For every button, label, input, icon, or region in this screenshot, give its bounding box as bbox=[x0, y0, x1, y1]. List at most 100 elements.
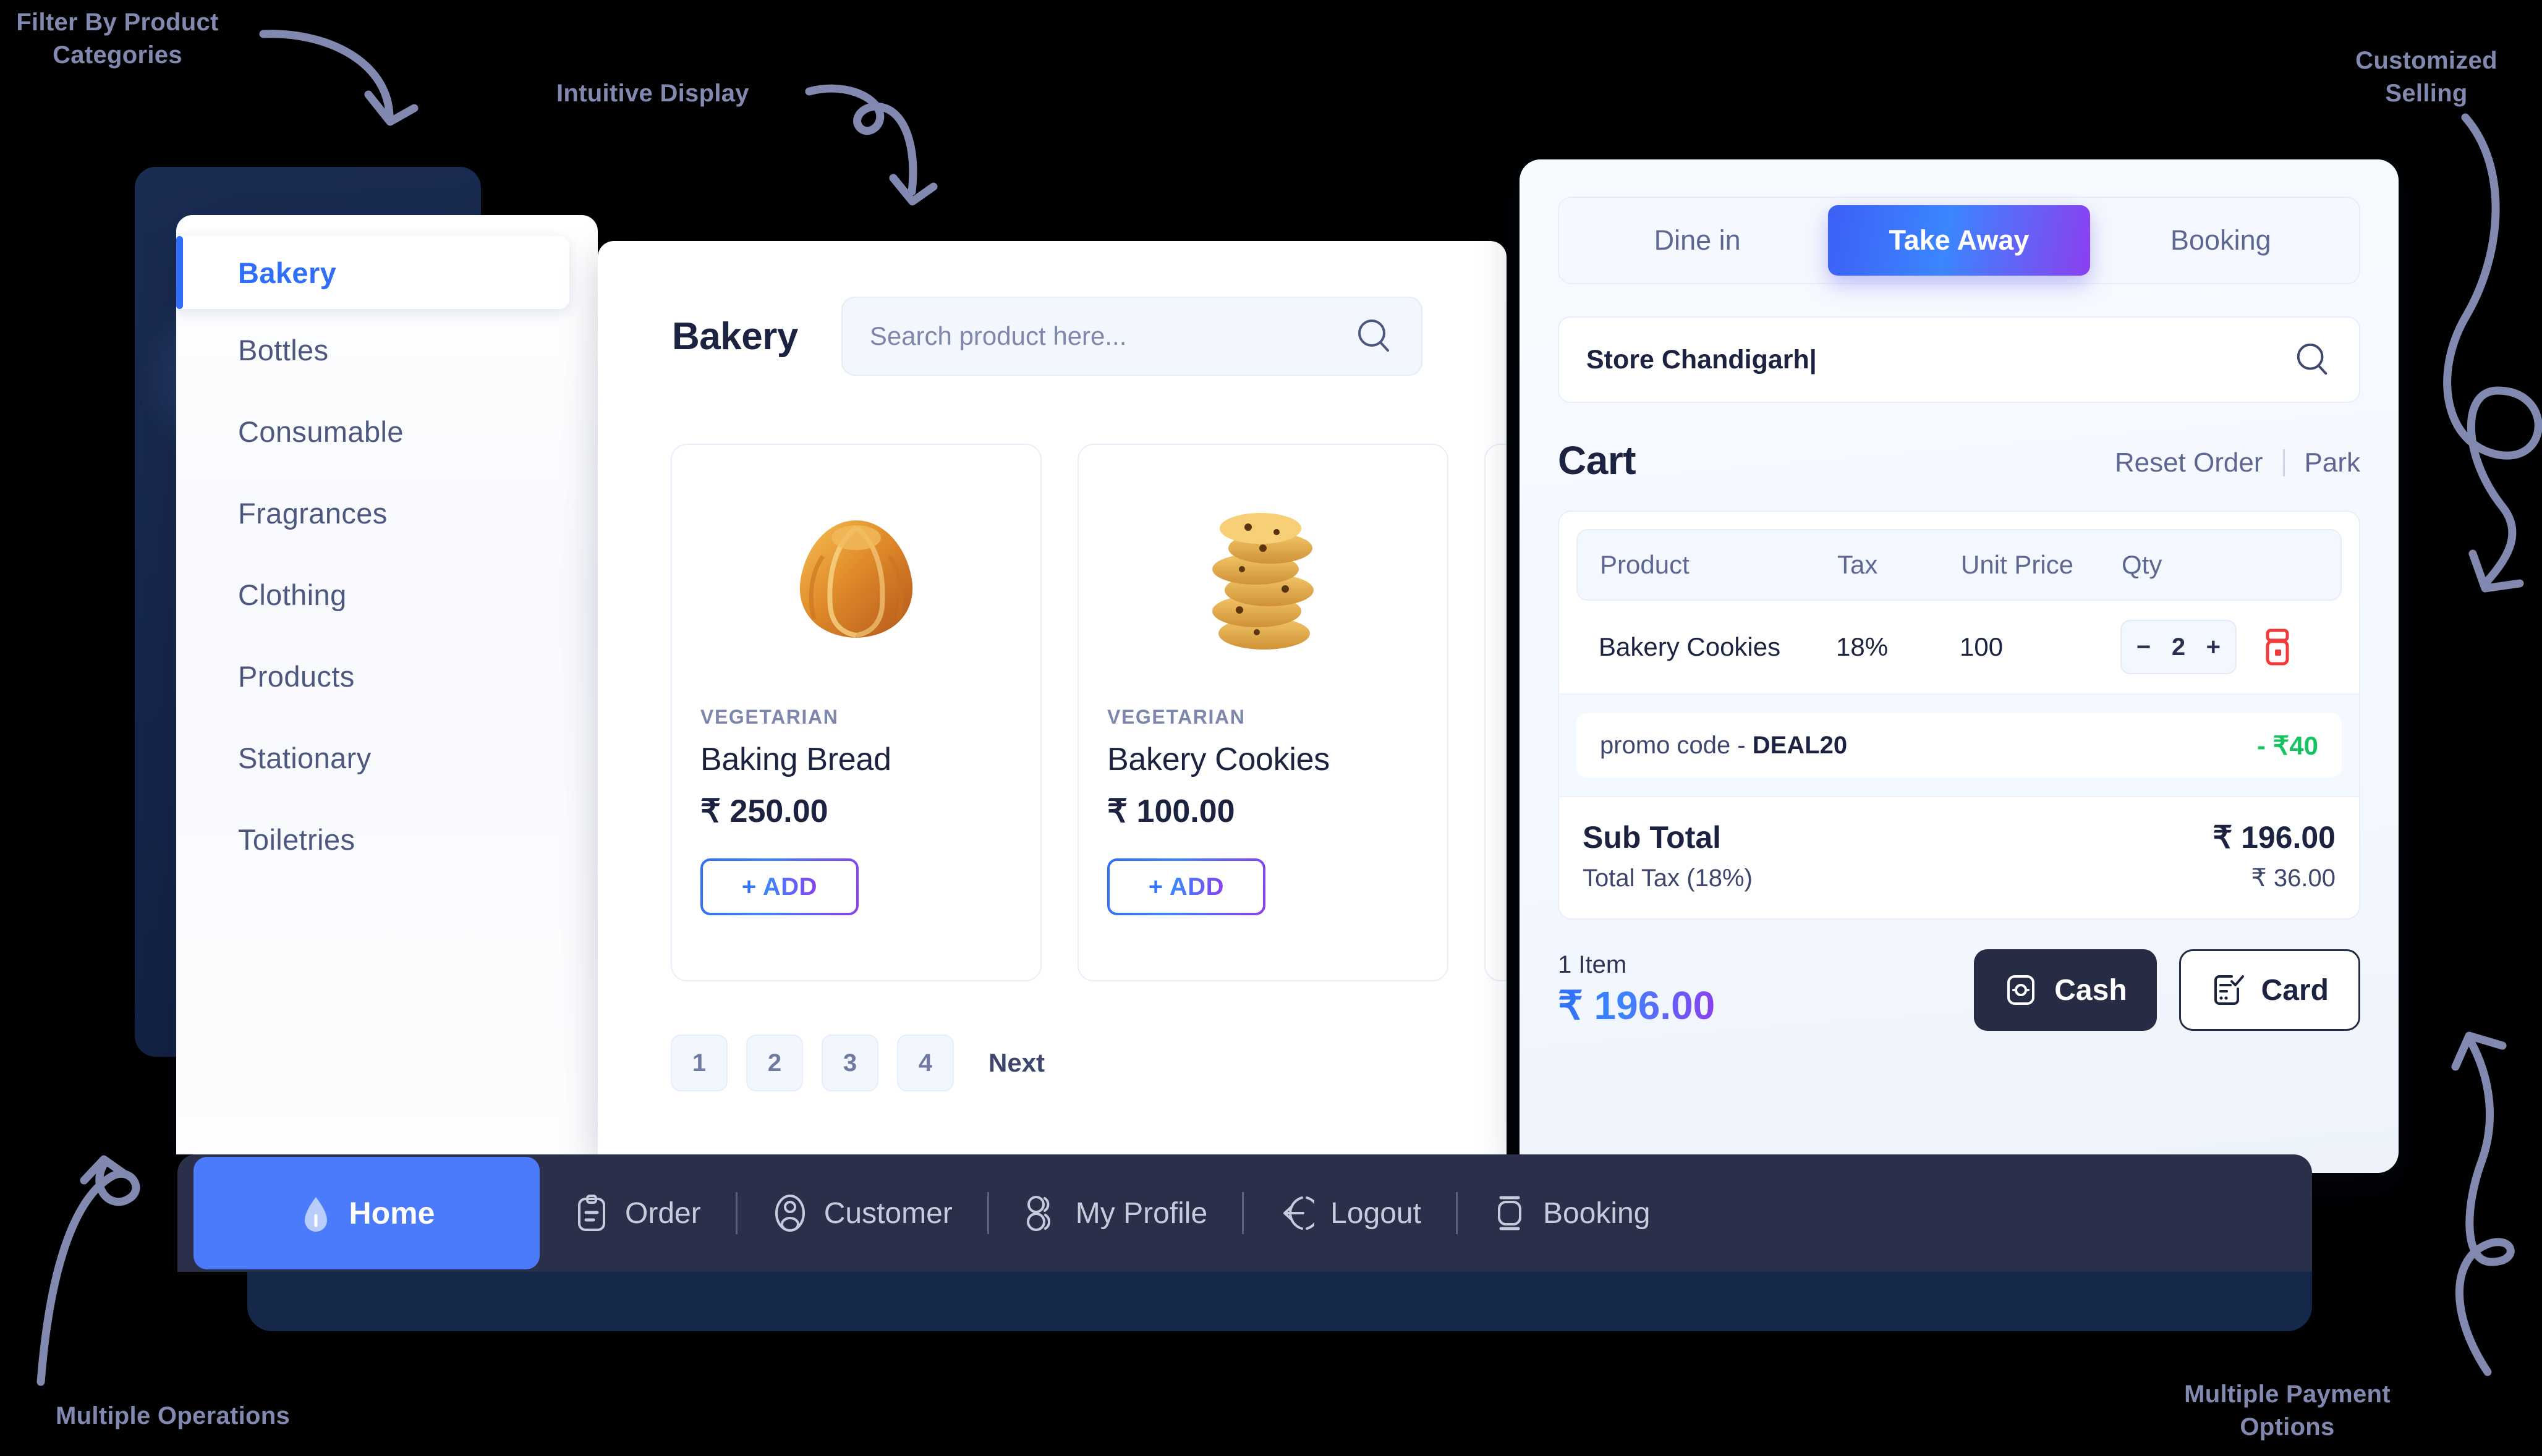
product-card[interactable]: VEGETARIAN Bakery Cookies ₹ 100.00 + ADD bbox=[1078, 444, 1448, 981]
item-count: 1 Item bbox=[1558, 951, 1627, 978]
nav-item-label: Logout bbox=[1330, 1196, 1421, 1230]
sidebar-item-clothing[interactable]: Clothing bbox=[176, 554, 598, 635]
product-diet-tag: VEGETARIAN bbox=[700, 706, 839, 728]
bottom-nav: Home Order Customer My Profile Logout Bo… bbox=[177, 1154, 2312, 1272]
checkout-summary: 1 Item ₹ 196.00 bbox=[1558, 951, 1715, 1029]
column-qty: Qty bbox=[2122, 550, 2162, 579]
nav-item-home[interactable]: Home bbox=[193, 1157, 540, 1269]
users-icon bbox=[1026, 1196, 1050, 1231]
tab-dine-in[interactable]: Dine in bbox=[1566, 205, 1828, 276]
search-input[interactable]: Search product here... bbox=[870, 321, 1127, 351]
promo-label: promo code - bbox=[1600, 731, 1746, 759]
tab-take-away[interactable]: Take Away bbox=[1828, 205, 2090, 276]
decrement-button[interactable]: − bbox=[2136, 633, 2151, 661]
category-sidebar: Bakery Bottles Consumable Fragrances Clo… bbox=[176, 215, 598, 1154]
pagination: 1 2 3 4 Next bbox=[598, 981, 1507, 1091]
next-page-button[interactable]: Next bbox=[988, 1048, 1045, 1078]
annotation-multiple-payment: Multiple Payment Options bbox=[2184, 1381, 2391, 1441]
arrow-intuitive-display-icon bbox=[805, 84, 938, 206]
logout-icon bbox=[1283, 1196, 1315, 1230]
cart-panel: Dine in Take Away Booking Store Chandiga… bbox=[1520, 159, 2399, 1173]
add-to-cart-button[interactable]: + ADD bbox=[700, 858, 859, 915]
nav-item-label: My Profile bbox=[1075, 1196, 1208, 1230]
subtotal-value: ₹ 196.00 bbox=[2213, 820, 2336, 855]
sidebar-item-label: Fragrances bbox=[238, 496, 388, 530]
cell-product: Bakery Cookies bbox=[1599, 632, 1781, 661]
increment-button[interactable]: + bbox=[2206, 633, 2221, 661]
table-row: Bakery Cookies 18% 100 − 2 + bbox=[1559, 601, 2359, 693]
checkout-footer: 1 Item ₹ 196.00 Cash Card bbox=[1558, 949, 2360, 1031]
sidebar-item-label: Toiletries bbox=[238, 823, 355, 856]
page-button-2[interactable]: 2 bbox=[746, 1035, 803, 1091]
products-panel: Bakery Search product here... VEGETARIAN… bbox=[598, 241, 1507, 1154]
order-type-tabs: Dine in Take Away Booking bbox=[1558, 197, 2360, 284]
promo-code-row[interactable]: promo code - DEAL20 - ₹40 bbox=[1576, 713, 2342, 777]
pay-card-button[interactable]: Card bbox=[2179, 949, 2360, 1031]
card-icon bbox=[2214, 975, 2244, 1005]
promo-text: promo code - DEAL20 bbox=[1600, 732, 1847, 760]
page-button-4[interactable]: 4 bbox=[897, 1035, 954, 1091]
sidebar-item-stationary[interactable]: Stationary bbox=[176, 717, 598, 798]
add-button-label: + ADD bbox=[741, 873, 818, 900]
sidebar-item-bakery[interactable]: Bakery bbox=[176, 236, 569, 309]
product-name: Bakery Cookies bbox=[1107, 742, 1330, 777]
nav-item-logout[interactable]: Logout bbox=[1244, 1194, 1456, 1232]
page-button-1[interactable]: 1 bbox=[671, 1035, 728, 1091]
product-diet-tag: VEGETARIAN bbox=[1107, 706, 1246, 728]
sidebar-item-label: Bottles bbox=[238, 333, 329, 366]
add-button-label: + ADD bbox=[1148, 873, 1225, 900]
column-product: Product bbox=[1600, 550, 1690, 579]
tab-booking[interactable]: Booking bbox=[2090, 205, 2352, 276]
arrow-multiple-operations-icon bbox=[36, 1155, 140, 1386]
cash-icon bbox=[2007, 975, 2035, 1005]
product-card-grid: VEGETARIAN Baking Bread ₹ 250.00 + ADD V… bbox=[598, 376, 1507, 981]
product-card-partial[interactable] bbox=[1484, 444, 1507, 981]
promo-screenshot: Filter By Product Categories Intuitive D… bbox=[0, 0, 2542, 1456]
sidebar-item-products[interactable]: Products bbox=[176, 635, 598, 717]
annotation-customized-selling: Customized Selling bbox=[2355, 47, 2497, 107]
cart-header: Cart Reset Order Park bbox=[1558, 438, 2360, 483]
cart-table: Product Tax Unit Price Qty Bakery Cookie… bbox=[1558, 510, 2360, 920]
sidebar-item-fragrances[interactable]: Fragrances bbox=[176, 472, 598, 554]
card-label: Card bbox=[2261, 973, 2329, 1007]
nav-item-my-profile[interactable]: My Profile bbox=[989, 1194, 1242, 1232]
reset-order-button[interactable]: Reset Order bbox=[2115, 447, 2263, 478]
tax-label: Total Tax (18%) bbox=[1583, 864, 1753, 892]
search-icon[interactable] bbox=[1354, 316, 1394, 356]
quantity-stepper[interactable]: − 2 + bbox=[2120, 620, 2237, 674]
cell-tax: 18% bbox=[1836, 632, 1889, 661]
subtotal-label: Sub Total bbox=[1583, 820, 1722, 855]
nav-item-label: Customer bbox=[823, 1196, 953, 1230]
sidebar-item-bottles[interactable]: Bottles bbox=[176, 309, 598, 391]
nav-item-order[interactable]: Order bbox=[540, 1194, 736, 1232]
delete-icon[interactable] bbox=[2260, 628, 2295, 666]
payment-buttons: Cash Card bbox=[1974, 949, 2360, 1031]
search-product-field[interactable]: Search product here... bbox=[841, 297, 1422, 376]
user-circle-icon bbox=[775, 1195, 805, 1232]
pay-cash-button[interactable]: Cash bbox=[1974, 949, 2157, 1031]
promo-section: promo code - DEAL20 - ₹40 bbox=[1559, 693, 2359, 797]
arrow-filter-categories-icon bbox=[259, 30, 419, 126]
sidebar-item-consumable[interactable]: Consumable bbox=[176, 391, 598, 472]
product-name: Baking Bread bbox=[700, 742, 891, 777]
add-to-cart-button[interactable]: + ADD bbox=[1107, 858, 1265, 915]
cell-qty: − 2 + bbox=[2120, 620, 2342, 674]
sidebar-item-toiletries[interactable]: Toiletries bbox=[176, 798, 598, 880]
category-list: Bakery Bottles Consumable Fragrances Clo… bbox=[176, 215, 598, 880]
park-button[interactable]: Park bbox=[2305, 447, 2360, 478]
annotation-filter-categories: Filter By Product Categories bbox=[16, 9, 219, 69]
store-search-field[interactable]: Store Chandigarh| bbox=[1558, 316, 2360, 403]
cart-header-actions: Reset Order Park bbox=[2115, 447, 2360, 483]
search-icon[interactable] bbox=[2293, 341, 2332, 379]
divider bbox=[2282, 449, 2285, 476]
store-input[interactable]: Store Chandigarh| bbox=[1586, 345, 1817, 375]
cart-title: Cart bbox=[1558, 438, 1636, 483]
subtotal-row: Sub Total ₹ 196.00 bbox=[1583, 819, 2336, 855]
nav-item-label: Home bbox=[349, 1196, 435, 1230]
page-button-3[interactable]: 3 bbox=[822, 1035, 878, 1091]
product-card[interactable]: VEGETARIAN Baking Bread ₹ 250.00 + ADD bbox=[671, 444, 1042, 981]
nav-item-customer[interactable]: Customer bbox=[738, 1194, 987, 1232]
sidebar-item-label: Products bbox=[238, 659, 355, 693]
product-price: ₹ 250.00 bbox=[700, 794, 828, 829]
nav-item-booking[interactable]: Booking bbox=[1458, 1193, 1685, 1233]
